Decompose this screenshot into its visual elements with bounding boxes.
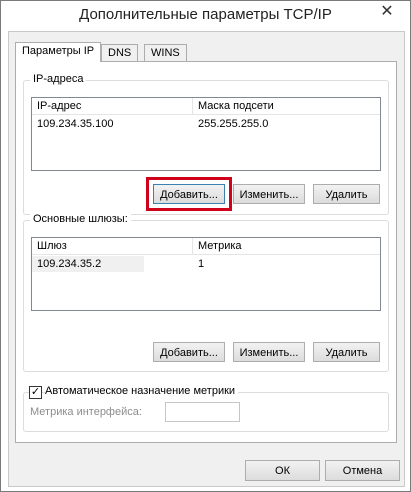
add-gateway-button[interactable]: Добавить... — [153, 342, 225, 362]
dialog-title: Дополнительные параметры TCP/IP — [79, 6, 332, 23]
interface-metric-label: Метрика интерфейса: — [30, 406, 142, 418]
column-header-ip-address[interactable]: IP-адрес — [32, 98, 192, 114]
dialog-window: Дополнительные параметры TCP/IP ✕ Параме… — [0, 0, 411, 492]
close-button[interactable]: ✕ — [372, 2, 402, 22]
interface-metric-group: ✓ Автоматическое назначение метрики Метр… — [23, 385, 389, 432]
subnet-mask-value: 255.255.255.0 — [198, 118, 269, 130]
column-header-gateway[interactable]: Шлюз — [32, 238, 192, 254]
title-bar[interactable]: Дополнительные параметры TCP/IP ✕ — [1, 1, 410, 31]
interface-metric-input[interactable] — [165, 402, 240, 422]
ip-addresses-group: IP-адреса IP-адрес Маска подсети 109.234… — [23, 73, 389, 215]
auto-metric-label: Автоматическое назначение метрики — [45, 385, 239, 397]
cancel-button[interactable]: Отмена — [325, 460, 400, 481]
tab-label: DNS — [108, 47, 132, 59]
tab-ip-settings[interactable]: Параметры IP — [15, 42, 102, 62]
dialog-client-area: Параметры IP DNS WINS IP-адреса IP-адрес… — [8, 31, 405, 487]
edit-gateway-button[interactable]: Изменить... — [233, 342, 305, 362]
tab-label: WINS — [151, 47, 180, 59]
gateway-value: 109.234.35.2 — [37, 258, 102, 270]
metric-value: 1 — [198, 258, 205, 270]
default-gateways-group: Основные шлюзы: Шлюз Метрика 109.234.35.… — [23, 213, 389, 372]
checkmark-icon: ✓ — [30, 386, 41, 398]
delete-ip-button[interactable]: Удалить — [313, 184, 380, 204]
list-item[interactable]: 109.234.35.2 — [32, 256, 144, 272]
list-item[interactable]: 109.234.35.100 255.255.255.0 — [32, 116, 380, 132]
column-header-metric[interactable]: Метрика — [192, 238, 378, 254]
delete-gateway-button[interactable]: Удалить — [313, 342, 380, 362]
tab-panel-ip-settings: IP-адреса IP-адрес Маска подсети 109.234… — [15, 61, 397, 443]
ip-address-value: 109.234.35.100 — [37, 118, 114, 130]
ip-addresses-legend: IP-адреса — [30, 73, 87, 85]
edit-ip-button[interactable]: Изменить... — [233, 184, 305, 204]
add-ip-button[interactable]: Добавить... — [153, 184, 225, 204]
ip-address-list[interactable]: IP-адрес Маска подсети 109.234.35.100 25… — [31, 97, 381, 171]
close-icon: ✕ — [380, 3, 394, 20]
list-item-metric[interactable]: 1 — [193, 256, 373, 272]
auto-metric-checkbox[interactable]: ✓ — [29, 386, 42, 399]
tab-label: Параметры IP — [22, 45, 95, 57]
list-header: Шлюз Метрика — [32, 238, 380, 255]
gateway-list[interactable]: Шлюз Метрика 109.234.35.2 1 — [31, 237, 381, 311]
tab-dns[interactable]: DNS — [101, 44, 139, 61]
ok-button[interactable]: ОК — [245, 460, 320, 481]
column-header-subnet-mask[interactable]: Маска подсети — [192, 98, 378, 114]
tab-wins[interactable]: WINS — [144, 44, 187, 61]
default-gateways-legend: Основные шлюзы: — [30, 213, 131, 225]
list-header: IP-адрес Маска подсети — [32, 98, 380, 115]
